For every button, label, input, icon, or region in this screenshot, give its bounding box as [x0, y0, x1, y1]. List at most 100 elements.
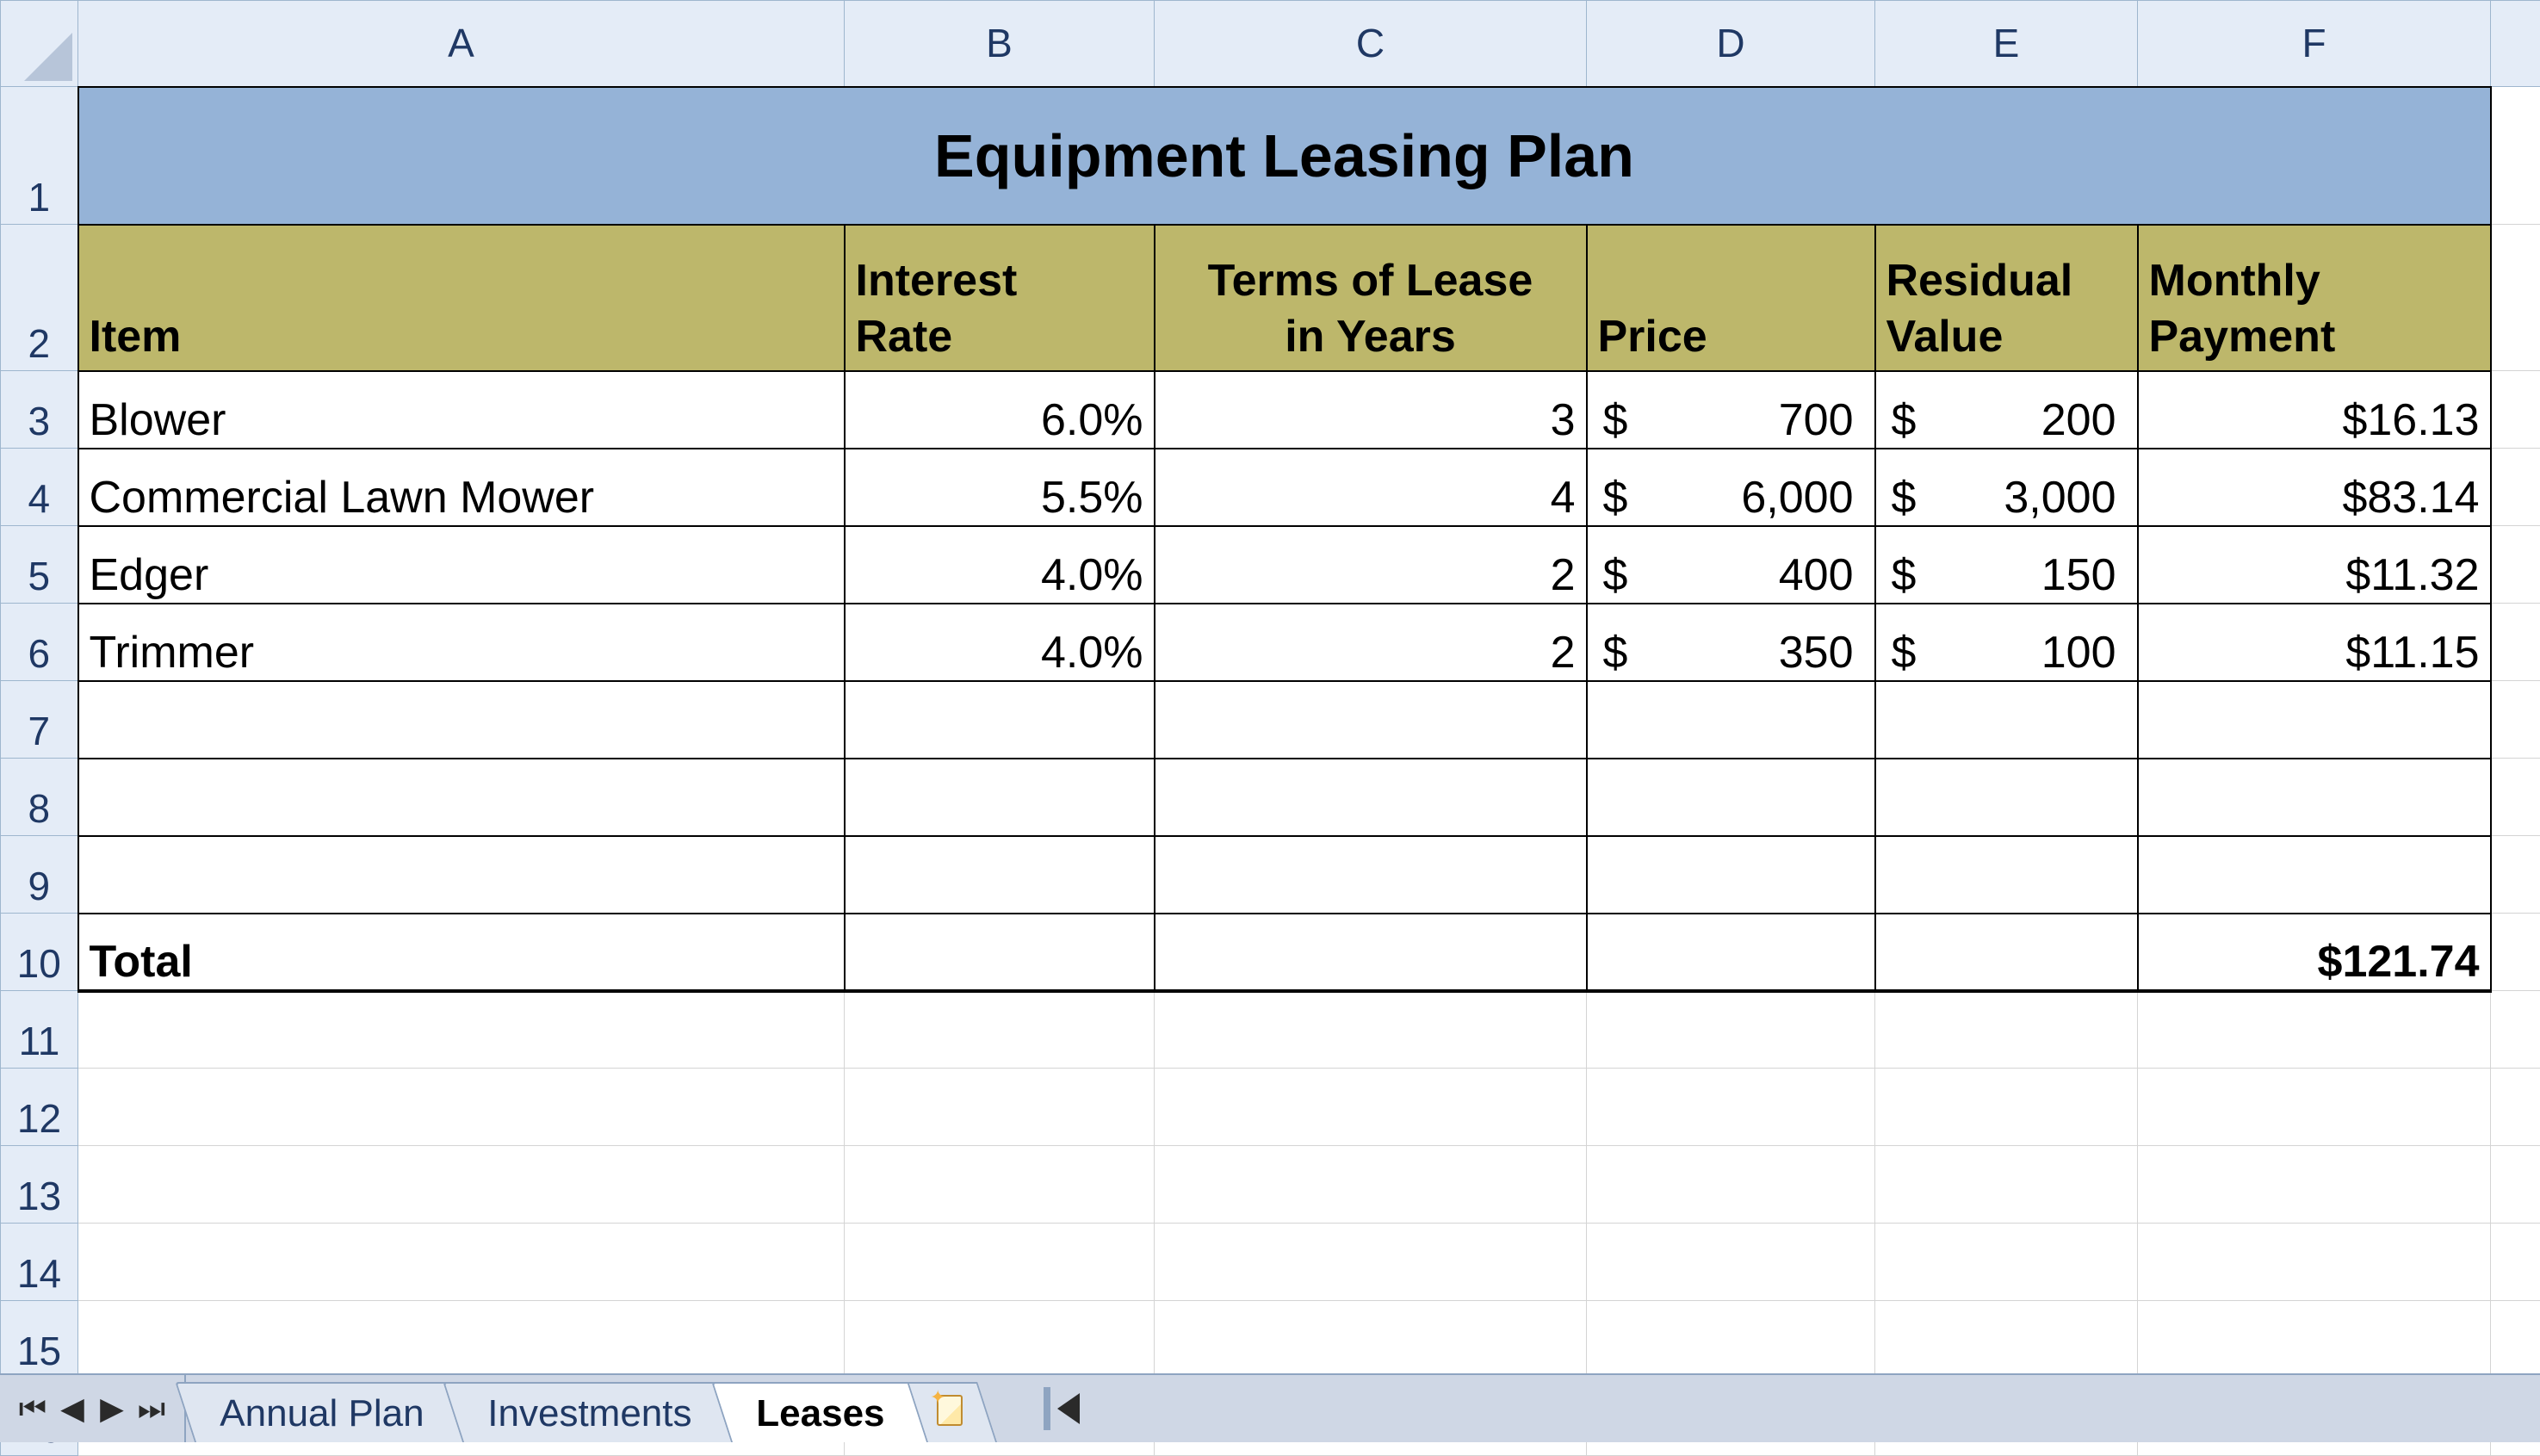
cell-C14[interactable] [1155, 1224, 1587, 1301]
cell[interactable] [2491, 371, 2540, 449]
cell-C15[interactable] [1155, 1301, 1587, 1379]
title-cell[interactable]: Equipment Leasing Plan [78, 87, 2491, 225]
cell-E9[interactable] [1875, 836, 2138, 914]
cell-C8[interactable] [1155, 759, 1587, 836]
cell-F7[interactable] [2138, 681, 2491, 759]
cell-B4[interactable]: 5.5% [845, 449, 1155, 526]
cell-E10[interactable] [1875, 914, 2138, 991]
row-header-4[interactable]: 4 [1, 449, 78, 526]
cell-A14[interactable] [78, 1224, 845, 1301]
cell[interactable] [2491, 1301, 2540, 1379]
row-header-7[interactable]: 7 [1, 681, 78, 759]
hdr-terms[interactable]: Terms of Lease in Years [1155, 225, 1587, 371]
cell-E3[interactable]: $200 [1875, 371, 2138, 449]
cell-D13[interactable] [1587, 1146, 1875, 1224]
cell-D14[interactable] [1587, 1224, 1875, 1301]
cell-A8[interactable] [78, 759, 845, 836]
cell-C13[interactable] [1155, 1146, 1587, 1224]
cell-F3[interactable]: $16.13 [2138, 371, 2491, 449]
cell-D3[interactable]: $700 [1587, 371, 1875, 449]
scroll-left-icon[interactable] [1057, 1393, 1080, 1424]
cell-A4[interactable]: Commercial Lawn Mower [78, 449, 845, 526]
col-header-A[interactable]: A [78, 1, 845, 87]
cell-B15[interactable] [845, 1301, 1155, 1379]
cell-E4[interactable]: $3,000 [1875, 449, 2138, 526]
cell-F5[interactable]: $11.32 [2138, 526, 2491, 604]
row-header-8[interactable]: 8 [1, 759, 78, 836]
hdr-interest-rate[interactable]: Interest Rate [845, 225, 1155, 371]
sheet-tab-annual-plan[interactable]: Annual Plan [175, 1382, 468, 1442]
cell-A10-total-label[interactable]: Total [78, 914, 845, 991]
cell[interactable] [2491, 914, 2540, 991]
cell-B13[interactable] [845, 1146, 1155, 1224]
cell-F4[interactable]: $83.14 [2138, 449, 2491, 526]
row-header-3[interactable]: 3 [1, 371, 78, 449]
tab-nav-first-icon[interactable]: ⏮ [15, 1383, 50, 1434]
cell-A11[interactable] [78, 991, 845, 1069]
cell-C4[interactable]: 4 [1155, 449, 1587, 526]
row-header-1[interactable]: 1 [1, 87, 78, 225]
row-header-6[interactable]: 6 [1, 604, 78, 681]
cell-A6[interactable]: Trimmer [78, 604, 845, 681]
cell-B3[interactable]: 6.0% [845, 371, 1155, 449]
row-header-12[interactable]: 12 [1, 1069, 78, 1146]
cell[interactable] [2491, 1146, 2540, 1224]
tab-nav-last-icon[interactable]: ⏭ [134, 1383, 169, 1434]
cell-B8[interactable] [845, 759, 1155, 836]
cell[interactable] [2491, 225, 2540, 371]
row-header-15[interactable]: 15 [1, 1301, 78, 1379]
cell[interactable] [2491, 836, 2540, 914]
row-header-10[interactable]: 10 [1, 914, 78, 991]
cell-E12[interactable] [1875, 1069, 2138, 1146]
cell-D15[interactable] [1587, 1301, 1875, 1379]
cell-F6[interactable]: $11.15 [2138, 604, 2491, 681]
cell-B7[interactable] [845, 681, 1155, 759]
cell-E5[interactable]: $150 [1875, 526, 2138, 604]
hdr-residual[interactable]: Residual Value [1875, 225, 2138, 371]
tab-nav-next-icon[interactable]: ▶ [95, 1383, 129, 1434]
cell-E15[interactable] [1875, 1301, 2138, 1379]
cell-B6[interactable]: 4.0% [845, 604, 1155, 681]
cell-E8[interactable] [1875, 759, 2138, 836]
cell-F8[interactable] [2138, 759, 2491, 836]
cell-D8[interactable] [1587, 759, 1875, 836]
hdr-item[interactable]: Item [78, 225, 845, 371]
cell-B5[interactable]: 4.0% [845, 526, 1155, 604]
cell-F15[interactable] [2138, 1301, 2491, 1379]
cell-A12[interactable] [78, 1069, 845, 1146]
row-header-11[interactable]: 11 [1, 991, 78, 1069]
cell-D10[interactable] [1587, 914, 1875, 991]
cell-E13[interactable] [1875, 1146, 2138, 1224]
cell-E7[interactable] [1875, 681, 2138, 759]
spreadsheet-grid[interactable]: A B C D E F 1 Equipment Leasing Plan 2 I… [0, 0, 2540, 1373]
horizontal-scrollbar[interactable] [992, 1375, 2540, 1442]
tab-nav-prev-icon[interactable]: ◀ [55, 1383, 90, 1434]
row-header-13[interactable]: 13 [1, 1146, 78, 1224]
cell-B11[interactable] [845, 991, 1155, 1069]
cell[interactable] [2491, 991, 2540, 1069]
cell-A15[interactable] [78, 1301, 845, 1379]
cell-D5[interactable]: $400 [1587, 526, 1875, 604]
cell-D7[interactable] [1587, 681, 1875, 759]
cell[interactable] [2491, 526, 2540, 604]
row-header-2[interactable]: 2 [1, 225, 78, 371]
cell-B9[interactable] [845, 836, 1155, 914]
col-header-C[interactable]: C [1155, 1, 1587, 87]
col-header-F[interactable]: F [2138, 1, 2491, 87]
cell-A3[interactable]: Blower [78, 371, 845, 449]
cell-D6[interactable]: $350 [1587, 604, 1875, 681]
col-header-B[interactable]: B [845, 1, 1155, 87]
cell-A7[interactable] [78, 681, 845, 759]
cell-B12[interactable] [845, 1069, 1155, 1146]
cell-A9[interactable] [78, 836, 845, 914]
cell[interactable] [2491, 449, 2540, 526]
row-header-5[interactable]: 5 [1, 526, 78, 604]
cell[interactable] [2491, 87, 2540, 225]
sheet-tab-investments[interactable]: Investments [443, 1382, 736, 1442]
cell[interactable] [2491, 1224, 2540, 1301]
col-header-D[interactable]: D [1587, 1, 1875, 87]
cell[interactable] [2491, 681, 2540, 759]
cell-C10[interactable] [1155, 914, 1587, 991]
row-header-9[interactable]: 9 [1, 836, 78, 914]
select-all-corner[interactable] [1, 1, 78, 87]
